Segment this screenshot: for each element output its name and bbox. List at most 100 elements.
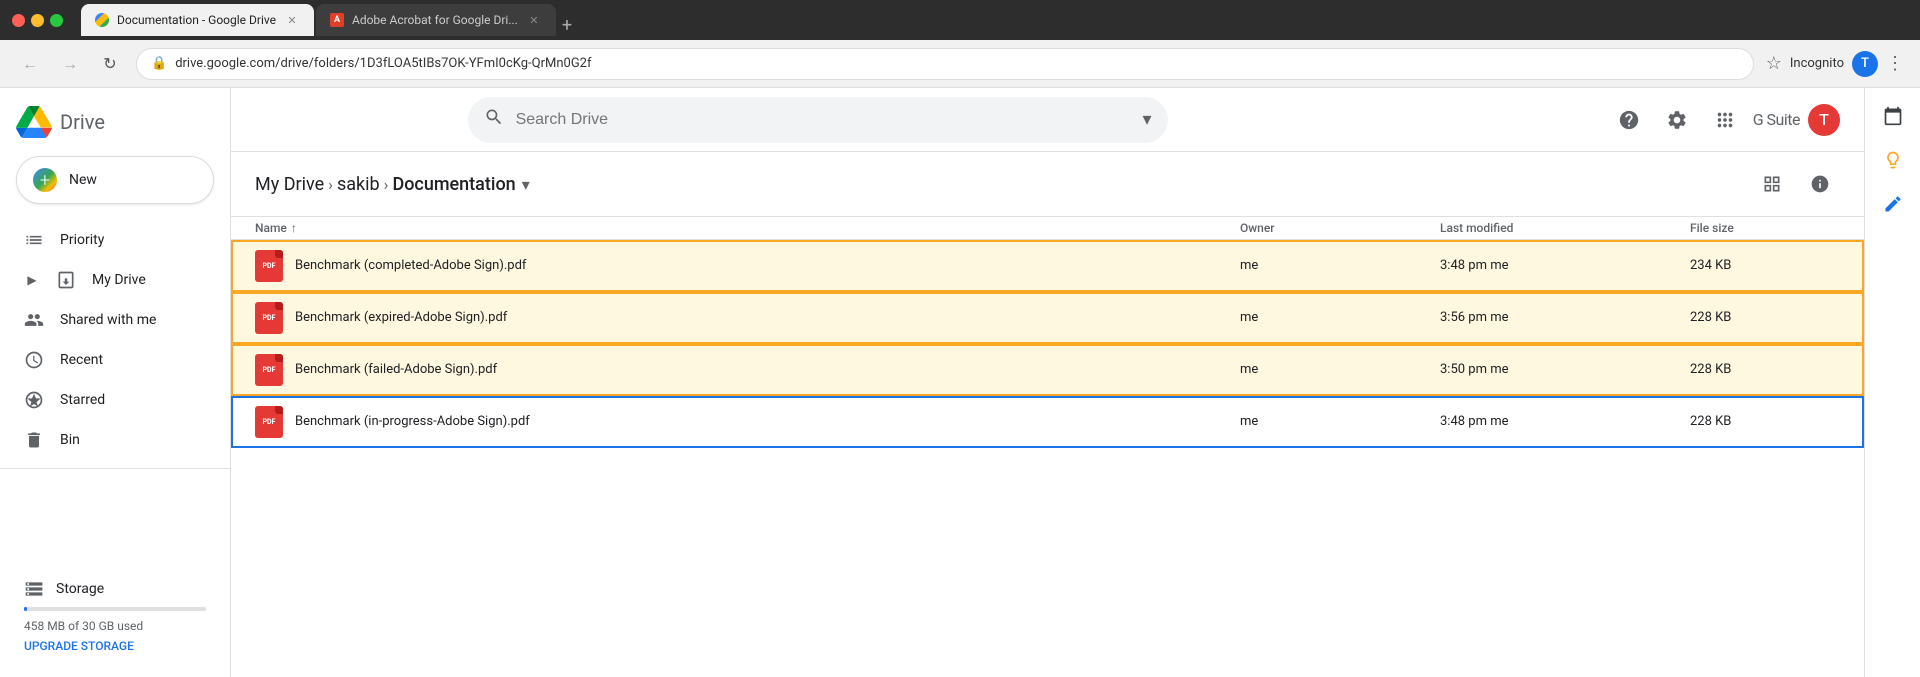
upgrade-storage-button[interactable]: UPGRADE STORAGE	[24, 639, 206, 653]
traffic-lights	[12, 14, 63, 27]
file-name-cell: PDF Benchmark (in-progress-Adobe Sign).p…	[255, 406, 1240, 438]
url-text: drive.google.com/drive/folders/1D3fLOA5t…	[175, 56, 1739, 71]
file-modified: 3:48 pm me	[1440, 258, 1690, 273]
lock-icon: 🔒	[151, 56, 167, 71]
minimize-window-btn[interactable]	[31, 14, 44, 27]
sidebar-divider	[0, 468, 230, 469]
file-owner: me	[1240, 414, 1440, 429]
storage-used-text: 458 MB of 30 GB used	[24, 619, 206, 633]
table-header: Name ↑ Owner Last modified File size	[231, 217, 1864, 240]
storage-bar-bg	[24, 607, 206, 611]
content-area: ▾ G Suite T My D	[230, 88, 1864, 677]
tab-bar: Documentation - Google Drive ✕ A Adobe A…	[81, 4, 572, 36]
browser-menu-icon[interactable]: ⋮	[1886, 53, 1904, 74]
pdf-icon: PDF	[255, 354, 283, 386]
calendar-icon-btn[interactable]	[1873, 96, 1913, 136]
sidebar-starred-label: Starred	[60, 392, 105, 408]
tab-drive-close[interactable]: ✕	[284, 12, 300, 28]
search-icon	[484, 107, 504, 132]
info-button[interactable]	[1800, 164, 1840, 204]
breadcrumb-current: Documentation ▾	[392, 174, 529, 195]
user-avatar[interactable]: T	[1808, 104, 1840, 136]
breadcrumb-sep-2: ›	[384, 175, 389, 194]
file-size: 234 KB	[1690, 258, 1840, 273]
table-row[interactable]: PDF Benchmark (completed-Adobe Sign).pdf…	[231, 240, 1864, 292]
table-row[interactable]: PDF Benchmark (in-progress-Adobe Sign).p…	[231, 396, 1864, 448]
breadcrumb-sakib[interactable]: sakib	[337, 174, 380, 195]
sidebar-item-recent[interactable]: Recent	[0, 340, 214, 380]
breadcrumb-documentation[interactable]: Documentation	[392, 174, 515, 195]
file-size: 228 KB	[1690, 414, 1840, 429]
col-owner-header: Owner	[1240, 221, 1440, 235]
new-tab-button[interactable]: +	[562, 15, 572, 36]
tab-acrobat[interactable]: A Adobe Acrobat for Google Dri... ✕	[316, 4, 556, 36]
search-bar[interactable]: ▾	[468, 97, 1168, 143]
file-name: Benchmark (expired-Adobe Sign).pdf	[295, 310, 507, 325]
sidebar-item-priority[interactable]: Priority	[0, 220, 214, 260]
breadcrumb: My Drive › sakib › Documentation ▾	[255, 174, 530, 195]
my-drive-icon	[56, 270, 76, 290]
maximize-window-btn[interactable]	[50, 14, 63, 27]
gsuite-text: G Suite	[1753, 110, 1800, 129]
sidebar-item-shared[interactable]: Shared with me	[0, 300, 214, 340]
edit-icon-btn[interactable]	[1873, 184, 1913, 224]
sort-icon: ↑	[291, 221, 297, 235]
app-header: ▾ G Suite T	[231, 88, 1864, 152]
sidebar-item-bin[interactable]: Bin	[0, 420, 214, 460]
top-bar-right	[1752, 164, 1840, 204]
notes-icon-btn[interactable]	[1873, 140, 1913, 180]
breadcrumb-bar: My Drive › sakib › Documentation ▾	[231, 152, 1864, 217]
tab-acrobat-close[interactable]: ✕	[526, 12, 542, 28]
file-size: 228 KB	[1690, 310, 1840, 325]
breadcrumb-sep-1: ›	[328, 175, 333, 194]
breadcrumb-dropdown-icon[interactable]: ▾	[522, 175, 530, 194]
drive-logo-icon	[16, 106, 52, 138]
drive-favicon	[95, 13, 109, 27]
breadcrumb-my-drive[interactable]: My Drive	[255, 174, 324, 195]
forward-button[interactable]: →	[56, 50, 84, 78]
gsuite-label: G Suite	[1753, 110, 1800, 129]
storage-icon	[24, 579, 44, 599]
profile-area: Incognito T	[1790, 51, 1878, 77]
close-window-btn[interactable]	[12, 14, 25, 27]
storage-section: Storage 458 MB of 30 GB used UPGRADE STO…	[0, 563, 230, 669]
right-sidebar	[1864, 88, 1920, 677]
storage-bar-fill	[24, 607, 27, 611]
apps-button[interactable]	[1705, 100, 1745, 140]
bookmark-icon[interactable]: ☆	[1766, 53, 1782, 74]
table-row[interactable]: PDF Benchmark (expired-Adobe Sign).pdf m…	[231, 292, 1864, 344]
file-owner: me	[1240, 362, 1440, 377]
new-button-label: New	[69, 172, 97, 188]
reload-button[interactable]: ↻	[96, 50, 124, 78]
file-name: Benchmark (failed-Adobe Sign).pdf	[295, 362, 497, 377]
acrobat-favicon: A	[330, 13, 344, 27]
profile-avatar[interactable]: T	[1852, 51, 1878, 77]
sidebar-item-starred[interactable]: Starred	[0, 380, 214, 420]
help-button[interactable]	[1609, 100, 1649, 140]
starred-icon	[24, 390, 44, 410]
file-name-cell: PDF Benchmark (failed-Adobe Sign).pdf	[255, 354, 1240, 386]
file-modified: 3:56 pm me	[1440, 310, 1690, 325]
search-dropdown-icon[interactable]: ▾	[1143, 109, 1152, 130]
drive-logo-text: Drive	[60, 110, 105, 134]
file-name-cell: PDF Benchmark (expired-Adobe Sign).pdf	[255, 302, 1240, 334]
search-input[interactable]	[516, 111, 1131, 129]
url-bar[interactable]: 🔒 drive.google.com/drive/folders/1D3fLOA…	[136, 48, 1754, 80]
new-plus-icon: +	[33, 168, 57, 192]
header-right: G Suite T	[1609, 100, 1840, 140]
sidebar-shared-label: Shared with me	[60, 312, 156, 328]
grid-view-button[interactable]	[1752, 164, 1792, 204]
pdf-icon: PDF	[255, 302, 283, 334]
sidebar-item-my-drive[interactable]: ▶ My Drive	[0, 260, 214, 300]
pdf-icon: PDF	[255, 406, 283, 438]
back-button[interactable]: ←	[16, 50, 44, 78]
sidebar-nav: Priority ▶ My Drive Shared with me Rece	[0, 220, 230, 460]
priority-icon	[24, 230, 44, 250]
search-area: ▾	[468, 97, 1168, 143]
settings-button[interactable]	[1657, 100, 1697, 140]
tab-drive[interactable]: Documentation - Google Drive ✕	[81, 4, 314, 36]
file-modified: 3:50 pm me	[1440, 362, 1690, 377]
name-header-label: Name	[255, 221, 287, 235]
new-button[interactable]: + New	[16, 156, 214, 204]
table-row[interactable]: PDF Benchmark (failed-Adobe Sign).pdf me…	[231, 344, 1864, 396]
